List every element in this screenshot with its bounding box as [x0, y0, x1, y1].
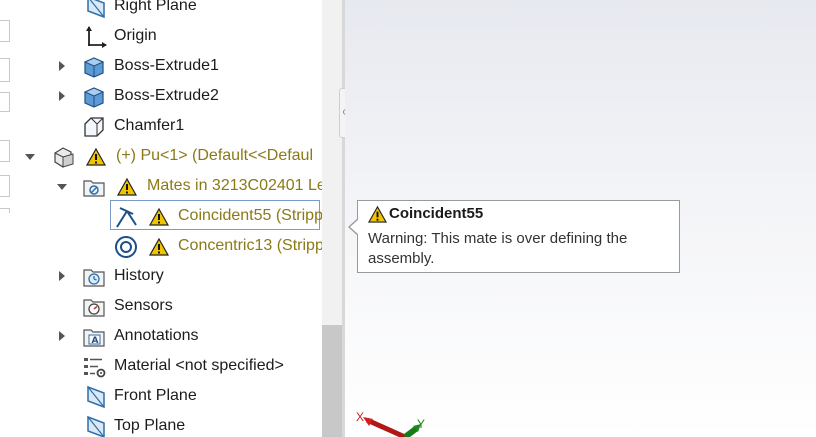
tree-item-front-plane[interactable]: Front Plane — [12, 382, 322, 412]
tree-item-sensors[interactable]: Sensors — [12, 292, 322, 322]
tree-item-boss-extrude2[interactable]: Boss-Extrude2 — [12, 82, 322, 112]
triad-x-label: X — [356, 410, 365, 424]
tree-item-label: Boss-Extrude1 — [114, 57, 219, 74]
tree-item-coincident55[interactable]: Coincident55 (Stripp — [12, 202, 322, 232]
warning-icon — [116, 177, 138, 197]
tree-item-boss-extrude1[interactable]: Boss-Extrude1 — [12, 52, 322, 82]
tree-item-label: Chamfer1 — [114, 117, 185, 134]
warning-icon — [85, 147, 107, 167]
svg-text:A: A — [92, 336, 99, 346]
mates-folder-icon — [82, 175, 106, 199]
tree-item-label: Material <not specified> — [114, 357, 284, 374]
history-folder-icon — [82, 265, 106, 289]
scrollbar-thumb[interactable] — [322, 325, 342, 437]
tree-item-label: History — [114, 267, 164, 284]
tree-item-label: Coincident55 (Stripp — [178, 207, 322, 224]
material-icon — [82, 355, 106, 379]
tree-item-history[interactable]: History — [12, 262, 322, 292]
tree-item-material[interactable]: Material <not specified> — [12, 352, 322, 382]
tree-item-label: Concentric13 (Stripp — [178, 237, 322, 254]
extrude-icon — [82, 85, 106, 109]
tree-item-origin[interactable]: Origin — [12, 22, 322, 52]
left-toolbar-strip — [0, 0, 12, 437]
warning-icon — [148, 207, 170, 227]
tree-item-chamfer1[interactable]: Chamfer1 — [12, 112, 322, 142]
tree-item-top-plane[interactable]: Top Plane — [12, 412, 322, 437]
feature-manager-tree: Right Plane Origin Boss-Extrude1 Boss-Ex… — [12, 0, 322, 437]
warning-icon — [148, 237, 170, 257]
coincident-mate-icon — [114, 205, 138, 229]
collapse-arrow-icon[interactable] — [57, 184, 67, 190]
tree-item-label: Top Plane — [114, 417, 186, 434]
toolbar-button-edge[interactable] — [0, 58, 10, 82]
expand-arrow-icon[interactable] — [59, 331, 65, 341]
tree-item-label: Origin — [114, 27, 157, 44]
expand-arrow-icon[interactable] — [59, 61, 65, 71]
tree-item-label: Front Plane — [114, 387, 197, 404]
tree-item-label: Mates in 3213C02401 Lev — [147, 177, 322, 194]
annotations-folder-icon: A — [82, 325, 106, 349]
plane-icon — [84, 385, 108, 409]
concentric-mate-icon — [114, 235, 138, 259]
extrude-icon — [82, 55, 106, 79]
collapse-arrow-icon[interactable] — [25, 154, 35, 160]
tree-item-part-pu1[interactable]: (+) Pu<1> (Default<<Defaul — [12, 142, 322, 172]
tree-item-mates-folder[interactable]: Mates in 3213C02401 Lev — [12, 172, 322, 202]
tree-item-label: Right Plane — [114, 0, 197, 14]
sensors-folder-icon — [82, 295, 106, 319]
tooltip-pointer-inner — [350, 219, 359, 235]
mate-warning-tooltip: Coincident55 Warning: This mate is over … — [357, 200, 680, 273]
tree-item-concentric13[interactable]: Concentric13 (Stripp — [12, 232, 322, 262]
triad-y-label: Y — [417, 417, 426, 431]
part-icon — [52, 145, 76, 169]
plane-icon — [84, 0, 108, 19]
warning-icon — [367, 205, 388, 224]
tree-item-label: (+) Pu<1> (Default<<Defaul — [116, 147, 314, 164]
toolbar-button-edge[interactable] — [0, 92, 10, 112]
tooltip-title: Coincident55 — [389, 205, 484, 222]
toolbar-button-edge[interactable] — [0, 208, 10, 213]
origin-icon — [84, 25, 108, 49]
toolbar-button-edge[interactable] — [0, 20, 10, 42]
tree-item-right-plane[interactable]: Right Plane — [12, 0, 322, 22]
chamfer-icon — [82, 115, 106, 139]
toolbar-button-edge[interactable] — [0, 140, 10, 162]
toolbar-button-edge[interactable] — [0, 175, 10, 197]
expand-arrow-icon[interactable] — [59, 91, 65, 101]
tree-item-label: Annotations — [114, 327, 199, 344]
expand-arrow-icon[interactable] — [59, 271, 65, 281]
plane-icon — [84, 415, 108, 437]
tree-scrollbar[interactable] — [322, 0, 342, 437]
tree-item-label: Boss-Extrude2 — [114, 87, 219, 104]
tree-item-annotations[interactable]: A Annotations — [12, 322, 322, 352]
tooltip-message: Warning: This mate is over defining the … — [368, 230, 628, 267]
tree-item-label: Sensors — [114, 297, 173, 314]
